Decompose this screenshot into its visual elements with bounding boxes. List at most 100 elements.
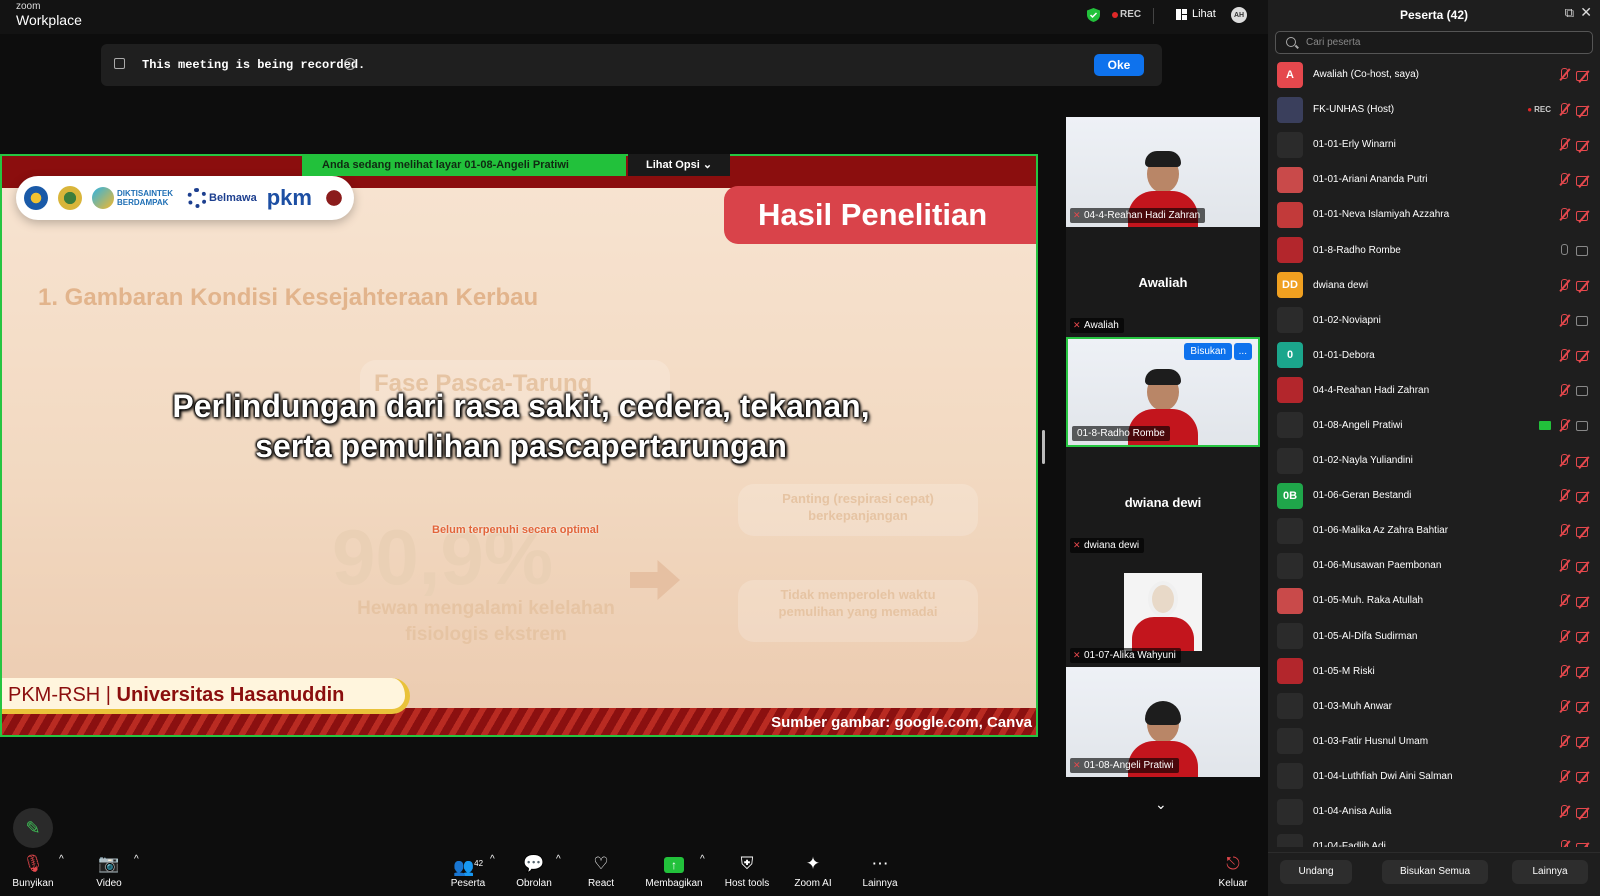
- participant-row[interactable]: FK-UNHAS (Host) REC: [1268, 92, 1600, 127]
- participant-row[interactable]: 01-04-Anisa Aulia: [1268, 794, 1600, 829]
- react-button[interactable]: ♡ React: [586, 854, 616, 889]
- mic-muted-icon[interactable]: [1559, 278, 1568, 292]
- participant-row[interactable]: 0B 01-06-Geran Bestandi: [1268, 478, 1600, 513]
- mic-muted-icon[interactable]: [1559, 699, 1568, 713]
- participant-row[interactable]: 01-01-Neva Islamiyah Azzahra: [1268, 197, 1600, 232]
- mic-muted-icon[interactable]: [1559, 664, 1568, 678]
- view-button[interactable]: Lihat: [1176, 8, 1216, 20]
- participant-row[interactable]: 01-05-M Riski: [1268, 654, 1600, 689]
- annotate-pen-icon[interactable]: ✎: [13, 808, 53, 848]
- mic-muted-icon[interactable]: [1559, 489, 1568, 502]
- share-caret-icon[interactable]: ^: [700, 854, 705, 865]
- participant-list[interactable]: A Awaliah (Co-host, saya) FK-UNHAS (Host) R…: [1268, 57, 1600, 847]
- leave-button[interactable]: ⎋ Keluar: [1216, 854, 1250, 889]
- camera-off-icon[interactable]: [1576, 491, 1589, 502]
- chat-button[interactable]: 💬 Obrolan: [514, 854, 554, 889]
- video-tile[interactable]: ✕ 01-08-Angeli Pratiwi: [1066, 667, 1260, 777]
- mic-icon[interactable]: [1559, 243, 1568, 257]
- camera-off-icon[interactable]: [1576, 105, 1589, 116]
- participants-caret-icon[interactable]: ^: [490, 854, 495, 865]
- camera-off-icon[interactable]: [1576, 175, 1589, 186]
- mic-muted-icon[interactable]: [1559, 454, 1568, 467]
- shared-screen[interactable]: 1. Gambaran Kondisi Kesejahteraan Kerbau…: [0, 154, 1038, 737]
- camera-off-icon[interactable]: [1576, 280, 1589, 292]
- unmute-button[interactable]: 🎙 Bunyikan: [12, 854, 54, 889]
- camera-icon[interactable]: [1576, 385, 1589, 397]
- video-tile[interactable]: dwiana dewi ✕ dwiana dewi: [1066, 447, 1260, 557]
- encryption-shield-icon[interactable]: [1087, 8, 1100, 22]
- camera-icon[interactable]: [1576, 315, 1589, 327]
- scroll-down-chevron-icon[interactable]: ⌄: [1155, 796, 1167, 813]
- more-button[interactable]: Lainnya: [1512, 860, 1588, 884]
- participant-row[interactable]: 01-01-Erly Winarni: [1268, 127, 1600, 162]
- view-options-button[interactable]: Lihat Opsi ⌄: [628, 154, 730, 176]
- camera-off-icon[interactable]: [1576, 666, 1589, 678]
- camera-off-icon[interactable]: [1576, 526, 1589, 537]
- audio-options-caret-icon[interactable]: ^: [59, 854, 64, 865]
- mic-muted-icon[interactable]: [1559, 173, 1568, 186]
- participant-row[interactable]: 01-8-Radho Rombe: [1268, 232, 1600, 267]
- camera-icon[interactable]: [1576, 420, 1589, 432]
- search-input[interactable]: [1306, 35, 1576, 50]
- mic-muted-icon[interactable]: [1559, 418, 1568, 432]
- close-icon[interactable]: ✕: [1580, 4, 1592, 21]
- camera-off-icon[interactable]: [1576, 842, 1589, 847]
- mic-muted-icon[interactable]: [1559, 348, 1568, 362]
- mic-muted-icon[interactable]: [1559, 840, 1568, 847]
- mic-muted-icon[interactable]: [1559, 805, 1568, 818]
- participant-row[interactable]: 01-02-Nayla Yuliandini: [1268, 443, 1600, 478]
- camera-off-icon[interactable]: [1576, 70, 1589, 81]
- camera-off-icon[interactable]: [1576, 736, 1589, 748]
- info-icon[interactable]: i: [344, 58, 356, 70]
- camera-off-icon[interactable]: [1576, 807, 1589, 818]
- host-tools-button[interactable]: ⛨ Host tools: [722, 854, 772, 889]
- camera-off-icon[interactable]: [1576, 456, 1589, 467]
- video-tile[interactable]: Awaliah ✕ Awaliah: [1066, 227, 1260, 337]
- participant-row[interactable]: 01-03-Fatir Husnul Umam: [1268, 724, 1600, 759]
- popout-icon[interactable]: ⧉: [1565, 5, 1574, 21]
- chat-caret-icon[interactable]: ^: [556, 854, 561, 865]
- mic-muted-icon[interactable]: [1559, 524, 1568, 537]
- video-tile[interactable]: ✕ 01-07-Alika Wahyuni: [1066, 557, 1260, 667]
- participant-row[interactable]: 01-04-Luthfiah Dwi Aini Salman: [1268, 759, 1600, 794]
- mic-muted-icon[interactable]: [1559, 68, 1568, 81]
- participant-row[interactable]: 01-06-Malika Az Zahra Bahtiar: [1268, 513, 1600, 548]
- participant-row[interactable]: 01-01-Ariani Ananda Putri: [1268, 162, 1600, 197]
- mic-muted-icon[interactable]: [1559, 313, 1568, 327]
- participant-row[interactable]: 0 01-01-Debora: [1268, 338, 1600, 373]
- ok-button[interactable]: Oke: [1094, 54, 1144, 76]
- participant-row[interactable]: 01-08-Angeli Pratiwi: [1268, 408, 1600, 443]
- mic-muted-icon[interactable]: [1559, 629, 1568, 643]
- participant-row[interactable]: 01-03-Muh Anwar: [1268, 689, 1600, 724]
- camera-off-icon[interactable]: [1576, 596, 1589, 607]
- recording-indicator[interactable]: REC: [1120, 9, 1141, 20]
- video-button[interactable]: 📷 Video: [92, 854, 126, 889]
- participant-row[interactable]: 01-05-Al-Difa Sudirman: [1268, 619, 1600, 654]
- participant-row[interactable]: 04-4-Reahan Hadi Zahran: [1268, 373, 1600, 408]
- participant-row[interactable]: DD dwiana dewi: [1268, 268, 1600, 303]
- participants-button[interactable]: 👥42 Peserta: [448, 854, 488, 889]
- camera-off-icon[interactable]: [1576, 771, 1589, 783]
- participant-row[interactable]: 01-05-Muh. Raka Atullah: [1268, 583, 1600, 618]
- camera-off-icon[interactable]: [1576, 140, 1589, 151]
- mic-muted-icon[interactable]: [1559, 769, 1568, 783]
- more-options-button[interactable]: ...: [1233, 343, 1252, 360]
- more-button[interactable]: ⋯ Lainnya: [861, 854, 899, 889]
- camera-off-icon[interactable]: [1576, 561, 1589, 572]
- camera-icon[interactable]: [1576, 245, 1589, 257]
- mic-muted-icon[interactable]: [1559, 208, 1568, 221]
- participant-row[interactable]: 01-06-Musawan Paembonan: [1268, 548, 1600, 583]
- mic-muted-icon[interactable]: [1559, 734, 1568, 748]
- participant-row[interactable]: 01-02-Noviapni: [1268, 303, 1600, 338]
- mute-all-button[interactable]: Bisukan Semua: [1382, 860, 1488, 884]
- camera-off-icon[interactable]: [1576, 701, 1589, 713]
- mic-muted-icon[interactable]: [1559, 559, 1568, 572]
- profile-avatar[interactable]: AH: [1231, 7, 1247, 23]
- share-screen-button[interactable]: ↑ Membagikan: [643, 854, 705, 889]
- mic-muted-icon[interactable]: [1559, 383, 1568, 397]
- mic-muted-icon[interactable]: [1559, 103, 1568, 116]
- camera-off-icon[interactable]: [1576, 210, 1589, 221]
- participant-row[interactable]: A Awaliah (Co-host, saya): [1268, 57, 1600, 92]
- resize-handle[interactable]: [1042, 430, 1045, 464]
- mic-muted-icon[interactable]: [1559, 594, 1568, 607]
